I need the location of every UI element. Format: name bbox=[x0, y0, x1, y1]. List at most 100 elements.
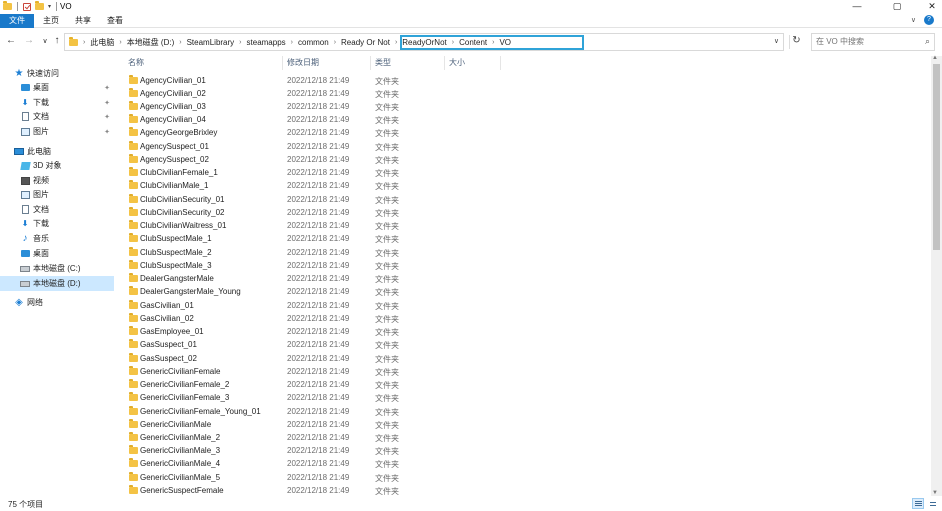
table-row[interactable]: DealerGangsterMale 2022/12/18 21:49 文件夹 bbox=[124, 272, 930, 285]
table-row[interactable]: GenericCivilianMale_5 2022/12/18 21:49 文件夹 bbox=[124, 471, 930, 484]
forward-button[interactable]: → bbox=[23, 35, 35, 46]
file-name[interactable]: AgencyCivilian_04 bbox=[140, 115, 206, 124]
scrollbar-thumb[interactable] bbox=[933, 64, 940, 250]
sidebar-item-documents-pc[interactable]: 文档 bbox=[20, 202, 116, 217]
tab-share[interactable]: 共享 bbox=[70, 14, 96, 28]
breadcrumb-drive-d[interactable]: 本地磁盘 (D:) bbox=[127, 37, 175, 48]
table-row[interactable]: GenericCivilianFemale_3 2022/12/18 21:49 文… bbox=[124, 391, 930, 404]
sidebar-item-this-pc[interactable]: 此电脑 bbox=[14, 144, 130, 159]
table-row[interactable]: GasSuspect_01 2022/12/18 21:49 文件夹 bbox=[124, 338, 930, 351]
breadcrumb-ready-or-not[interactable]: Ready Or Not bbox=[341, 38, 390, 47]
table-row[interactable]: GenericCivilianFemale_Young_01 2022/12/18… bbox=[124, 405, 930, 418]
table-row[interactable]: AgencyCivilian_01 2022/12/18 21:49 文件夹 bbox=[124, 74, 930, 87]
table-row[interactable]: GasSuspect_02 2022/12/18 21:49 文件夹 bbox=[124, 352, 930, 365]
breadcrumb-steamlibrary[interactable]: SteamLibrary bbox=[187, 38, 235, 47]
maximize-button[interactable]: ▢ bbox=[890, 1, 904, 12]
sidebar-item-desktop-pc[interactable]: 桌面 bbox=[20, 246, 116, 261]
sidebar-item-quick-access[interactable]: ★ 快速访问 bbox=[14, 66, 130, 81]
search-input[interactable] bbox=[816, 37, 916, 46]
file-name[interactable]: AgencyCivilian_03 bbox=[140, 102, 206, 111]
table-row[interactable]: GenericCivilianMale_2 2022/12/18 21:49 文件夹 bbox=[124, 431, 930, 444]
column-header-size[interactable]: 大小 bbox=[449, 56, 465, 70]
file-name[interactable]: DealerGangsterMale_Young bbox=[140, 287, 241, 296]
pin-icon[interactable]: ✦ bbox=[104, 113, 110, 121]
sidebar-item-drive-d[interactable]: 本地磁盘 (D:) bbox=[0, 276, 114, 291]
column-divider[interactable] bbox=[500, 56, 501, 70]
chevron-right-icon[interactable]: › bbox=[395, 39, 397, 46]
scroll-up-icon[interactable]: ▲ bbox=[932, 55, 938, 61]
refresh-icon[interactable]: ↻ bbox=[789, 35, 803, 49]
table-row[interactable]: ClubCivilianWaitress_01 2022/12/18 21:49 文… bbox=[124, 219, 930, 232]
table-row[interactable]: AgencyCivilian_03 2022/12/18 21:49 文件夹 bbox=[124, 100, 930, 113]
file-name[interactable]: AgencySuspect_02 bbox=[140, 155, 209, 164]
sidebar-item-downloads-pc[interactable]: ⬇ 下载 bbox=[20, 216, 116, 231]
file-name[interactable]: ClubSuspectMale_2 bbox=[140, 248, 212, 257]
table-row[interactable]: ClubCivilianMale_1 2022/12/18 21:49 文件夹 bbox=[124, 179, 930, 192]
table-row[interactable]: AgencyCivilian_02 2022/12/18 21:49 文件夹 bbox=[124, 87, 930, 100]
file-name[interactable]: GenericCivilianMale_3 bbox=[140, 446, 220, 455]
table-row[interactable]: GasEmployee_01 2022/12/18 21:49 文件夹 bbox=[124, 325, 930, 338]
table-row[interactable]: ClubSuspectMale_1 2022/12/18 21:49 文件夹 bbox=[124, 232, 930, 245]
sidebar-item-desktop[interactable]: 桌面 ✦ bbox=[20, 80, 116, 95]
column-header-type[interactable]: 类型 bbox=[375, 56, 391, 70]
table-row[interactable]: ClubCivilianFemale_1 2022/12/18 21:49 文件夹 bbox=[124, 166, 930, 179]
chevron-right-icon[interactable]: › bbox=[179, 39, 181, 46]
chevron-right-icon[interactable]: › bbox=[239, 39, 241, 46]
table-row[interactable]: DealerGangsterMale_Young 2022/12/18 21:49… bbox=[124, 285, 930, 298]
file-name[interactable]: GasSuspect_01 bbox=[140, 340, 197, 349]
table-row[interactable]: GenericCivilianMale 2022/12/18 21:49 文件夹 bbox=[124, 418, 930, 431]
breadcrumb-common[interactable]: common bbox=[298, 38, 329, 47]
file-name[interactable]: GasEmployee_01 bbox=[140, 327, 204, 336]
table-row[interactable]: GenericCivilianMale_4 2022/12/18 21:49 文件夹 bbox=[124, 457, 930, 470]
table-row[interactable]: ClubCivilianSecurity_02 2022/12/18 21:49 文… bbox=[124, 206, 930, 219]
search-box[interactable]: ⌕ bbox=[811, 33, 935, 51]
file-name[interactable]: AgencyCivilian_02 bbox=[140, 89, 206, 98]
file-name[interactable]: DealerGangsterMale bbox=[140, 274, 214, 283]
table-row[interactable]: AgencyGeorgeBrixley 2022/12/18 21:49 文件夹 bbox=[124, 126, 930, 139]
table-row[interactable]: GenericCivilianFemale_2 2022/12/18 21:49 文… bbox=[124, 378, 930, 391]
file-name[interactable]: ClubCivilianSecurity_02 bbox=[140, 208, 224, 217]
customize-toolbar-icon[interactable]: ▾ bbox=[48, 3, 51, 10]
large-icons-view-button[interactable] bbox=[927, 498, 939, 509]
table-row[interactable]: GenericCivilianFemale 2022/12/18 21:49 文件夹 bbox=[124, 365, 930, 378]
properties-icon[interactable] bbox=[23, 2, 31, 11]
sidebar-item-3d-objects[interactable]: 3D 对象 bbox=[19, 158, 116, 173]
sidebar-item-documents[interactable]: 文档 ✦ bbox=[20, 109, 116, 124]
table-row[interactable]: AgencySuspect_02 2022/12/18 21:49 文件夹 bbox=[124, 153, 930, 166]
chevron-right-icon[interactable]: › bbox=[334, 39, 336, 46]
tab-file[interactable]: 文件 bbox=[0, 14, 34, 28]
sidebar-item-music[interactable]: ♪ 音乐 bbox=[20, 231, 116, 246]
chevron-right-icon[interactable]: › bbox=[291, 39, 293, 46]
table-row[interactable]: GasCivilian_02 2022/12/18 21:49 文件夹 bbox=[124, 312, 930, 325]
file-name[interactable]: AgencyCivilian_01 bbox=[140, 76, 206, 85]
column-divider[interactable] bbox=[282, 56, 283, 70]
file-name[interactable]: AgencyGeorgeBrixley bbox=[140, 128, 217, 137]
file-name[interactable]: GenericCivilianMale bbox=[140, 420, 211, 429]
search-icon[interactable]: ⌕ bbox=[925, 36, 930, 47]
file-name[interactable]: GasCivilian_01 bbox=[140, 301, 194, 310]
file-name[interactable]: ClubCivilianWaitress_01 bbox=[140, 221, 226, 230]
file-name[interactable]: GenericCivilianMale_4 bbox=[140, 459, 220, 468]
chevron-right-icon[interactable]: › bbox=[83, 39, 85, 46]
table-row[interactable]: GenericCivilianMale_3 2022/12/18 21:49 文件夹 bbox=[124, 444, 930, 457]
file-name[interactable]: GenericCivilianMale_2 bbox=[140, 433, 220, 442]
expand-ribbon-icon[interactable]: ∨ bbox=[911, 16, 916, 24]
file-name[interactable]: ClubCivilianSecurity_01 bbox=[140, 195, 224, 204]
pin-icon[interactable]: ✦ bbox=[104, 84, 110, 92]
table-row[interactable]: AgencyCivilian_04 2022/12/18 21:49 文件夹 bbox=[124, 113, 930, 126]
file-name[interactable]: GenericCivilianFemale_3 bbox=[140, 393, 229, 402]
column-divider[interactable] bbox=[370, 56, 371, 70]
sidebar-item-network[interactable]: ◈ 网络 bbox=[14, 295, 130, 310]
new-folder-icon[interactable] bbox=[35, 1, 44, 10]
breadcrumb-steamapps[interactable]: steamapps bbox=[247, 38, 286, 47]
file-name[interactable]: GenericCivilianFemale_Young_01 bbox=[140, 407, 261, 416]
file-name[interactable]: GasCivilian_02 bbox=[140, 314, 194, 323]
tab-home[interactable]: 主页 bbox=[38, 14, 64, 28]
file-name[interactable]: GenericSuspectFemale bbox=[140, 486, 224, 495]
sidebar-item-pictures[interactable]: 图片 ✦ bbox=[20, 124, 116, 139]
minimize-button[interactable]: — bbox=[850, 1, 864, 11]
file-name[interactable]: AgencySuspect_01 bbox=[140, 142, 209, 151]
sidebar-item-pictures-pc[interactable]: 图片 bbox=[20, 187, 116, 202]
help-button[interactable]: ? bbox=[924, 15, 934, 25]
file-name[interactable]: ClubCivilianMale_1 bbox=[140, 181, 208, 190]
